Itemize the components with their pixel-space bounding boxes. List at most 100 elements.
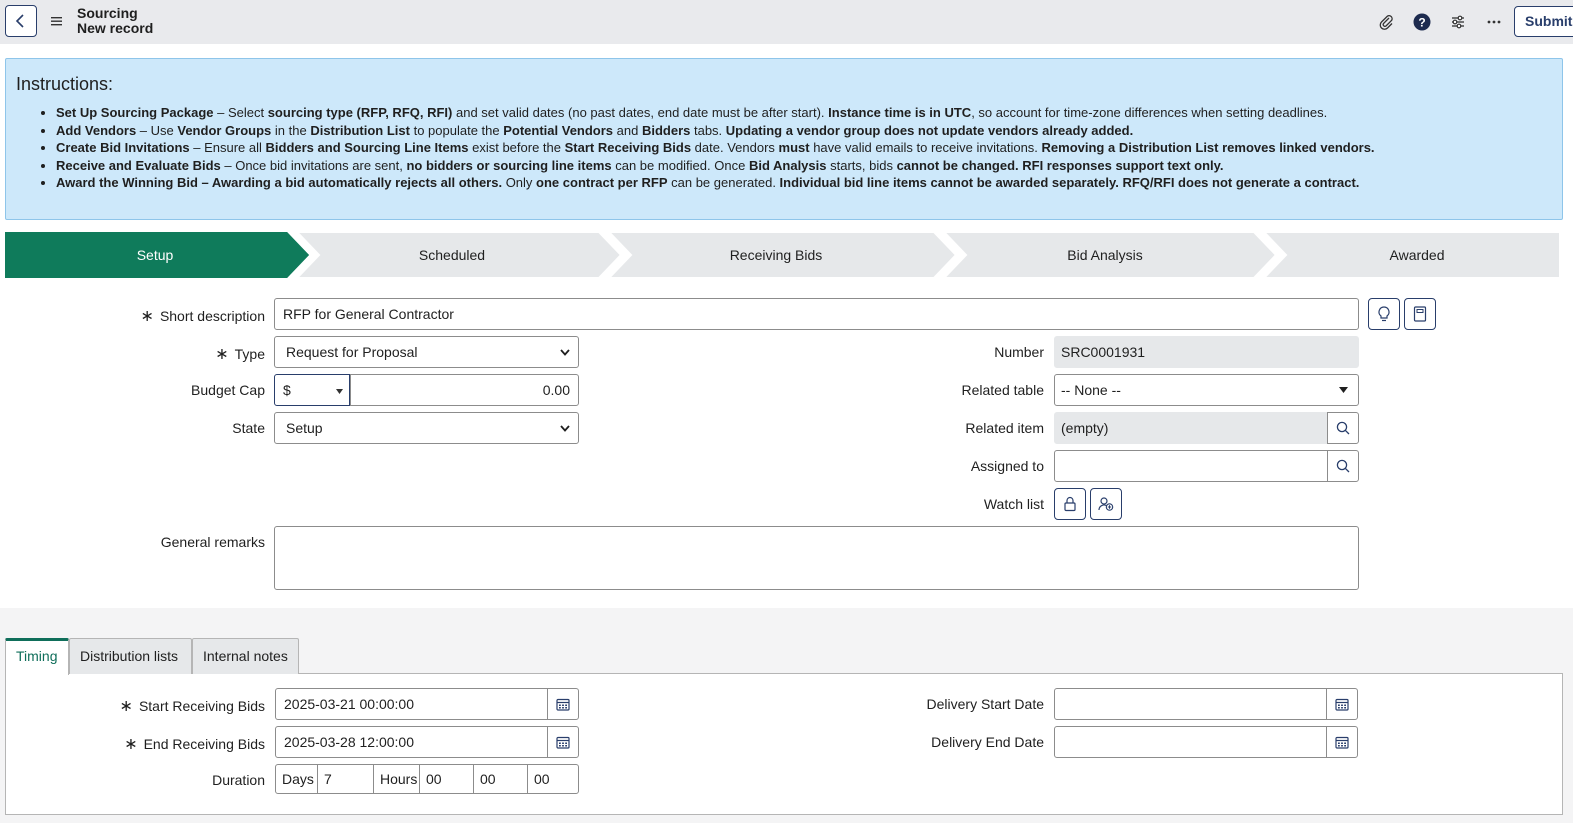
general-remarks-label: General remarks (160, 534, 265, 550)
delivery-end-date-label: Delivery End Date (931, 734, 1044, 750)
template-button[interactable] (1404, 298, 1436, 330)
settings-icon[interactable] (1448, 12, 1468, 32)
duration-seconds-input[interactable]: 00 (527, 764, 579, 794)
instruction-text: Potential Vendors (503, 122, 614, 138)
number-label: Number (994, 344, 1044, 360)
duration-hours-input[interactable]: 00 (419, 764, 474, 794)
related-item-field: (empty) (1054, 412, 1328, 444)
type-select-value: Request for Proposal (286, 344, 418, 360)
more-icon[interactable] (1484, 12, 1504, 32)
calendar-icon (1335, 736, 1349, 749)
lock-icon (1064, 496, 1076, 512)
flow-stage-receiving-bids: Receiving Bids (729, 247, 823, 263)
number-field: SRC0001931 (1054, 336, 1359, 368)
instruction-text: Distribution List (310, 122, 410, 138)
watch-list-lock-button[interactable] (1054, 488, 1086, 520)
instruction-text: Individual bid line items cannot be awar… (779, 175, 1360, 190)
tab-timing[interactable]: Timing (5, 638, 69, 675)
help-icon[interactable]: ? (1412, 12, 1432, 32)
attachment-icon[interactable] (1376, 12, 1396, 32)
instruction-text: Updating a vendor group does not update … (725, 122, 1134, 138)
caret-down-icon (336, 389, 343, 394)
instruction-text: no bidders or sourcing line items (406, 157, 612, 173)
end-receiving-bids-input[interactable]: 2025-03-28 12:00:00 (275, 726, 549, 758)
back-button[interactable] (5, 5, 37, 37)
related-table-value: -- None -- (1061, 382, 1121, 398)
type-select[interactable]: Request for Proposal (274, 336, 579, 368)
instruction-item: Add Vendors – Use Vendor Groups in the D… (56, 122, 1548, 140)
instruction-text: – Once bid invitations are sent, (220, 157, 407, 173)
general-remarks-textarea[interactable] (274, 526, 1359, 590)
menu-icon[interactable] (50, 14, 64, 28)
start-receiving-bids-input[interactable]: 2025-03-21 00:00:00 (275, 688, 549, 720)
process-flow: Setup Scheduled Receiving Bids Bid Analy… (5, 232, 1560, 278)
instruction-text: cannot be changed. RFI responses support… (896, 157, 1224, 173)
start-receiving-bids-calendar-button[interactable] (547, 688, 579, 720)
instruction-text: one contract per RFP (536, 175, 668, 190)
duration-minutes-input[interactable]: 00 (473, 764, 528, 794)
instruction-text: to populate the (409, 122, 504, 138)
currency-select[interactable]: $ (274, 374, 350, 406)
instruction-text: Set Up Sourcing Package (56, 105, 214, 120)
tab-internal-notes[interactable]: Internal notes (192, 638, 299, 674)
instruction-text: tabs. (690, 122, 726, 138)
instruction-text: exist before the (468, 140, 565, 155)
instruction-text: – Select (213, 105, 268, 120)
flow-stage-scheduled: Scheduled (418, 247, 486, 263)
instruction-text: Receive and Evaluate Bids (56, 157, 221, 173)
assigned-to-label: Assigned to (970, 458, 1044, 474)
instruction-text: – Ensure all (189, 140, 266, 155)
assigned-to-lookup-button[interactable] (1327, 450, 1359, 482)
related-item-lookup-button[interactable] (1327, 412, 1359, 444)
submit-button[interactable]: Submit (1514, 6, 1573, 37)
instruction-text: Instance time is in UTC (828, 105, 972, 120)
instruction-text: can be generated. (667, 175, 780, 190)
instruction-item: Award the Winning Bid – Awarding a bid a… (56, 174, 1548, 192)
mandatory-icon: ∗ (140, 308, 154, 325)
flow-stage-bid-analysis: Bid Analysis (1067, 247, 1143, 263)
end-receiving-bids-label: ∗ End Receiving Bids (124, 736, 265, 753)
budget-cap-label: Budget Cap (191, 382, 265, 398)
instruction-text: Add Vendors (56, 122, 137, 138)
instruction-text: have valid emails to receive invitations… (809, 140, 1042, 155)
caret-down-icon (1339, 387, 1348, 393)
instructions-panel: Instructions: Set Up Sourcing Package – … (5, 58, 1563, 220)
type-label: ∗ Type (215, 346, 265, 363)
state-select-value: Setup (286, 420, 323, 436)
chevron-down-icon (560, 425, 570, 432)
flow-stage-setup: Setup (136, 247, 174, 263)
instruction-text: Award the Winning Bid – Awarding a bid a… (56, 175, 503, 190)
assigned-to-input[interactable] (1054, 450, 1328, 482)
delivery-end-date-input[interactable] (1054, 726, 1328, 758)
instruction-text: in the (271, 122, 311, 138)
add-user-icon (1098, 497, 1114, 511)
instruction-text: Bidders (641, 122, 691, 138)
budget-cap-input[interactable]: 0.00 (350, 374, 579, 406)
search-icon (1336, 421, 1350, 435)
delivery-start-date-calendar-button[interactable] (1326, 688, 1358, 720)
duration-days-input[interactable]: 7 (317, 764, 374, 794)
form-record-title: New record (77, 20, 154, 36)
delivery-start-date-input[interactable] (1054, 688, 1328, 720)
short-description-input[interactable]: RFP for General Contractor (274, 298, 1359, 330)
delivery-end-date-calendar-button[interactable] (1326, 726, 1358, 758)
related-table-select[interactable]: -- None -- (1054, 374, 1359, 406)
suggestion-button[interactable] (1368, 298, 1400, 330)
form-table-title: Sourcing (77, 5, 138, 21)
state-select[interactable]: Setup (274, 412, 579, 444)
instruction-text: and set valid dates (no past dates, end … (452, 105, 829, 120)
tab-distribution-lists[interactable]: Distribution lists (69, 638, 192, 674)
svg-text:?: ? (1418, 16, 1425, 30)
mandatory-icon: ∗ (119, 698, 133, 715)
currency-value: $ (283, 382, 291, 398)
instruction-text: can be modified. Once (611, 157, 749, 173)
instruction-item: Receive and Evaluate Bids – Once bid inv… (56, 157, 1548, 175)
flow-stage-awarded: Awarded (1389, 247, 1445, 263)
instruction-text: Vendor Groups (177, 122, 272, 138)
start-receiving-bids-label: ∗ Start Receiving Bids (119, 698, 265, 715)
instruction-text: date. Vendors (691, 140, 779, 155)
end-receiving-bids-calendar-button[interactable] (547, 726, 579, 758)
watch-list-add-me-button[interactable] (1090, 488, 1122, 520)
short-description-label: ∗ Short description (140, 308, 265, 325)
state-label: State (232, 420, 265, 436)
